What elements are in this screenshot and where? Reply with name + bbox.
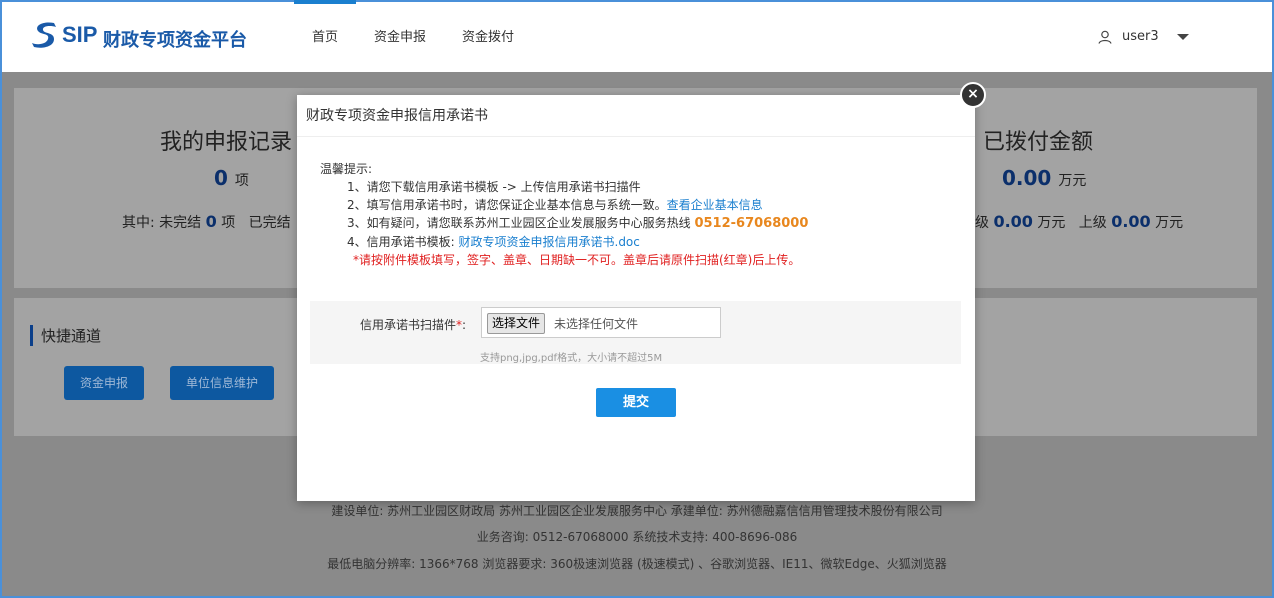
tip-1: 1、请您下载信用承诺书模板 -> 上传信用承诺书扫描件	[347, 180, 641, 194]
commitment-modal: 财政专项资金申报信用承诺书 温馨提示: 1、请您下载信用承诺书模板 -> 上传信…	[297, 95, 975, 501]
paid-title: 已拨付金额	[983, 130, 1094, 155]
paid-detail: 级 0.00 万元 上级 0.00 万元	[975, 212, 1184, 231]
records-title: 我的申报记录	[160, 130, 293, 155]
records-detail: 其中: 未完结 0 项 已完结	[122, 212, 291, 231]
logo-text: SIP	[62, 22, 98, 47]
tips-heading: 温馨提示:	[320, 162, 373, 176]
quick-fund-application-button[interactable]: 资金申报	[64, 366, 145, 400]
username: user3	[1122, 29, 1159, 44]
file-input[interactable]: 选择文件 未选择任何文件	[481, 307, 721, 338]
upload-section: 信用承诺书扫描件*: 选择文件 未选择任何文件 支持png,jpg,pdf格式，…	[310, 301, 961, 364]
app-title: 财政专项资金平台	[103, 30, 247, 51]
close-icon[interactable]: ×	[960, 82, 986, 108]
footer-line-2: 业务咨询: 0512-67068000 系统技术支持: 400-8696-086	[476, 530, 798, 544]
nav-home[interactable]: 首页	[294, 0, 357, 72]
template-download-link[interactable]: 财政专项资金申报信用承诺书.doc	[459, 235, 640, 249]
paid-amount: 0.00 万元	[1002, 166, 1087, 190]
quick-title: 快捷通道	[30, 325, 101, 346]
nav-fund-disbursement[interactable]: 资金拨付	[444, 2, 532, 72]
tip-4: 4、信用承诺书模板: 财政专项资金申报信用承诺书.doc	[347, 235, 640, 249]
user-icon	[1098, 30, 1112, 44]
tips-block: 温馨提示: 1、请您下载信用承诺书模板 -> 上传信用承诺书扫描件 2、填写信用…	[320, 160, 808, 269]
footer-line-1: 建设单位: 苏州工业园区财政局 苏州工业园区企业发展服务中心 承建单位: 苏州德…	[331, 504, 943, 518]
top-header: SIP 财政专项资金平台 首页 资金申报 资金拨付 user3	[2, 0, 1272, 72]
view-company-info-link[interactable]: 查看企业基本信息	[667, 198, 763, 212]
user-menu[interactable]: user3	[1098, 29, 1189, 44]
upload-hint: 支持png,jpg,pdf格式，大小请不超过5M	[480, 353, 663, 364]
quick-org-info-button[interactable]: 单位信息维护	[170, 366, 275, 400]
submit-button[interactable]: 提交	[596, 388, 676, 417]
tip-2: 2、填写信用承诺书时，请您保证企业基本信息与系统一致。查看企业基本信息	[347, 198, 763, 212]
file-status: 未选择任何文件	[554, 317, 639, 331]
main-nav: 首页 资金申报 资金拨付	[294, 0, 532, 72]
upload-label: 信用承诺书扫描件*:	[360, 318, 467, 332]
upload-warning: *请按附件模板填写，签字、盖章、日期缺一不可。盖章后请原件扫描(红章)后上传。	[353, 253, 801, 267]
records-count: 0 项	[214, 166, 249, 190]
chevron-down-icon[interactable]	[1176, 33, 1189, 40]
logo-s-icon	[32, 22, 56, 48]
tip-3: 3、如有疑问，请您联系苏州工业园区企业发展服务中心服务热线 0512-67068…	[347, 216, 809, 231]
footer-line-3: 最低电脑分辨率: 1366*768 浏览器要求: 360极速浏览器 (极速模式)…	[327, 557, 947, 571]
nav-fund-application[interactable]: 资金申报	[356, 2, 444, 72]
choose-file-button[interactable]: 选择文件	[487, 313, 546, 334]
hotline-number: 0512-67068000	[694, 216, 809, 231]
modal-title: 财政专项资金申报信用承诺书	[297, 95, 975, 137]
